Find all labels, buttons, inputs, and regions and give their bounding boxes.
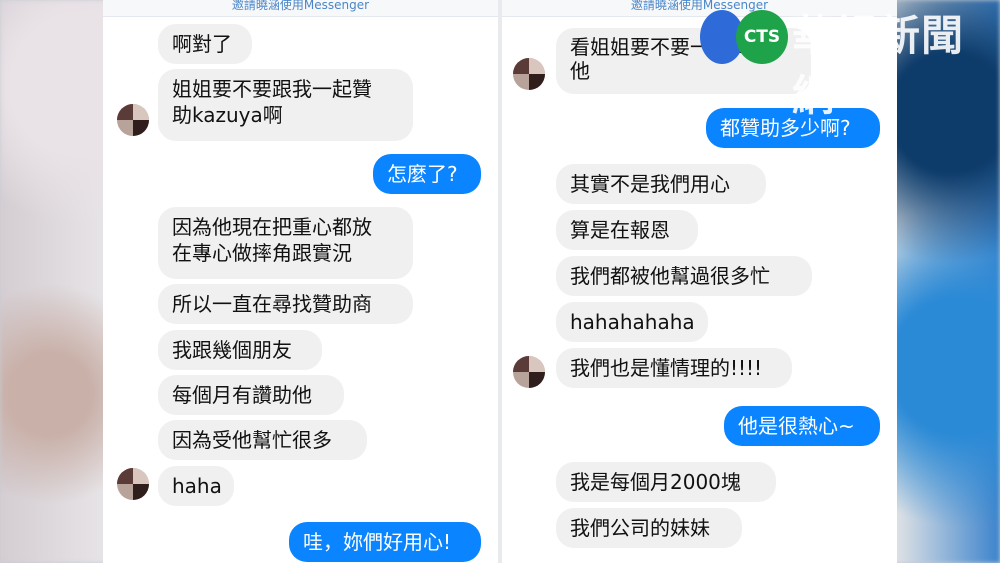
message-incoming: 啊對了 — [158, 24, 252, 64]
message-incoming: hahahahaha — [556, 302, 708, 342]
message-incoming: 因為受他幫忙很多 — [158, 420, 367, 460]
message-outgoing: 怎麼了? — [373, 154, 481, 194]
contact-avatar[interactable] — [513, 58, 545, 90]
contact-avatar[interactable] — [117, 104, 149, 136]
logo-badge: CTS — [736, 10, 788, 64]
message-outgoing: 他是很熱心~ — [724, 406, 880, 446]
message-incoming: 其實不是我們用心 — [556, 164, 766, 204]
news-watermark-logo: CTS 華視新聞網 — [700, 6, 1000, 120]
contact-avatar[interactable] — [513, 356, 545, 388]
message-incoming: 我們公司的妹妹 — [556, 508, 742, 548]
message-outgoing: 哇，妳們好用心! — [289, 522, 481, 562]
message-incoming: 算是在報恩 — [556, 210, 698, 250]
contact-avatar[interactable] — [117, 468, 149, 500]
chat-panel-left: 邀請曉涵使用Messenger 啊對了 姐姐要不要跟我一起贊 助kazuya啊 … — [103, 0, 498, 563]
logo-name: 華視新聞網 — [792, 11, 965, 120]
message-incoming: 每個月有讚助他 — [158, 375, 344, 415]
message-incoming: 因為他現在把重心都放 在專心做摔角跟實況 — [158, 207, 413, 279]
message-incoming: 我跟幾個朋友 — [158, 330, 322, 370]
invite-header[interactable]: 邀請曉涵使用Messenger — [103, 0, 498, 17]
message-incoming: 我是每個月2000塊 — [556, 462, 776, 502]
message-incoming: 所以一直在尋找贊助商 — [158, 284, 413, 324]
message-incoming: 姐姐要不要跟我一起贊 助kazuya啊 — [158, 69, 413, 141]
message-incoming: haha — [158, 466, 234, 506]
message-incoming: 我們都被他幫過很多忙 — [556, 256, 812, 296]
message-incoming: 我們也是懂情理的!!!! — [556, 348, 792, 388]
